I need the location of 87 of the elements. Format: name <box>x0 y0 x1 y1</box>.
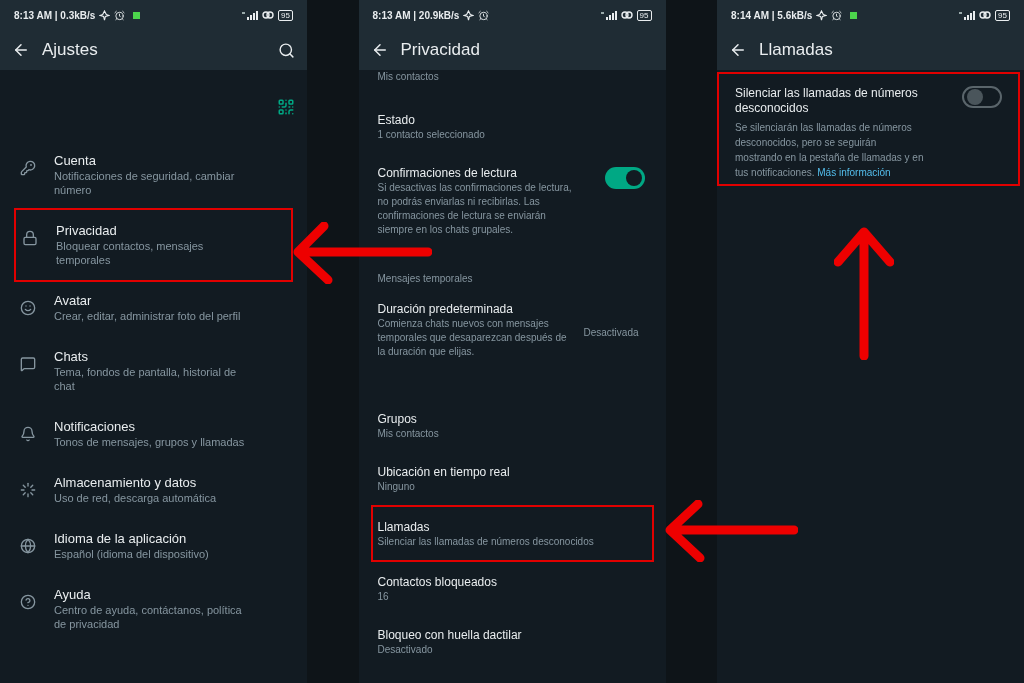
message-icon <box>20 356 36 372</box>
privacy-item[interactable]: Contactos bloqueados 16 <box>358 562 666 615</box>
alarm-icon <box>831 9 843 21</box>
item-subtitle: Si desactivas las confirmaciones de lectura, no podrás enviarlas ni recibirlas. Las confirmaciones de lectura se enviarán siempre en los chats grupales. <box>377 181 573 237</box>
item-subtitle: Centro de ayuda, contáctanos, política de privacidad <box>54 603 243 631</box>
item-subtitle: Comienza chats nuevos con mensajes temporales que desaparezcan después de la duración que elijas. <box>377 317 568 359</box>
search-icon[interactable] <box>278 41 295 59</box>
status-time: 8:14 AM | 5.6kB/s <box>731 8 813 23</box>
more-info-link[interactable]: Más información <box>817 167 891 178</box>
battery-indicator: 95 <box>636 9 652 21</box>
settings-item[interactable]: Cuenta Notificaciones de seguridad, cambiar número <box>14 140 293 210</box>
item-title: Estado <box>377 112 416 128</box>
item-subtitle: Bloquear contactos, mensajes temporales <box>56 239 205 267</box>
item-title: Avatar <box>54 292 93 309</box>
item-subtitle: Mis contactos <box>377 70 440 84</box>
item-title: Confirmaciones de lectura <box>377 165 518 181</box>
item-title: Contactos bloqueados <box>377 574 498 590</box>
settings-item[interactable]: Notificaciones Tonos de mensajes, grupos y llamadas <box>14 406 293 462</box>
alarm-icon <box>114 9 126 21</box>
status-time: 8:13 AM | 20.9kB/s <box>372 8 460 23</box>
toggle-switch[interactable] <box>962 86 1002 108</box>
privacy-item[interactable]: Ubicación en tiempo real Ninguno <box>358 452 666 505</box>
item-title: Cuenta <box>54 152 97 169</box>
item-title: Duración predeterminada <box>377 301 514 317</box>
item-description: Se silenciarán las llamadas de números desconocidos, pero se seguirán mostrando en la pestaña de llamadas y en tus notificaciones. Más información <box>735 121 925 180</box>
settings-item[interactable]: Avatar Crear, editar, administrar foto del perfil <box>14 280 293 336</box>
help-icon <box>20 594 36 610</box>
settings-item[interactable]: Almacenamiento y datos Uso de red, descarga automática <box>14 462 293 518</box>
item-title: Silenciar las llamadas de números desconocidos <box>735 86 919 116</box>
item-subtitle: Tonos de mensajes, grupos y llamadas <box>54 435 246 449</box>
battery-indicator: 95 <box>278 9 293 21</box>
lock-icon <box>22 230 38 246</box>
calls-item[interactable]: Silenciar las llamadas de números desconocidos Se silenciarán las llamadas de números desconocidos, pero se seguirán mostrando en la pestaña de llamadas y en tus notificaciones. Más información <box>717 72 1020 186</box>
globe-icon <box>20 538 36 554</box>
toggle-switch[interactable] <box>604 167 645 189</box>
signal-icon <box>242 10 259 20</box>
item-subtitle: 1 contacto seleccionado <box>377 128 486 142</box>
item-value: Desactivada <box>583 326 639 340</box>
item-title: Llamadas <box>377 519 431 535</box>
item-subtitle: Desactivado <box>377 643 434 657</box>
item-title: Idioma de la aplicación <box>54 530 188 547</box>
item-subtitle: Silenciar las llamadas de números desconocidos <box>377 535 595 549</box>
item-title: Grupos <box>377 411 418 427</box>
bell-icon <box>20 426 36 442</box>
item-subtitle: Tema, fondos de pantalla, historial de chat <box>54 365 238 393</box>
item-title: Notificaciones <box>54 418 136 435</box>
item-title: Privacidad <box>56 222 118 239</box>
privacy-item[interactable]: Llamadas Silenciar las llamadas de números desconocidos <box>370 505 654 562</box>
item-title: Almacenamiento y datos <box>54 474 198 491</box>
battery-indicator: 95 <box>995 9 1010 21</box>
signal-icon <box>959 10 976 20</box>
item-subtitle: 16 <box>377 590 390 604</box>
link-icon <box>979 10 992 20</box>
section-label: Mensajes temporales <box>377 273 473 284</box>
item-title: Ubicación en tiempo real <box>377 464 511 480</box>
screen-title: Llamadas <box>759 39 833 62</box>
item-subtitle: Notificaciones de seguridad, cambiar número <box>54 169 236 197</box>
item-subtitle: Crear, editar, administrar foto del perfil <box>54 309 242 323</box>
settings-item[interactable]: Idioma de la aplicación Español (idioma del dispositivo) <box>14 518 293 574</box>
item-subtitle: Uso de red, descarga automática <box>54 491 218 505</box>
back-button[interactable] <box>12 41 30 59</box>
screen-title: Ajustes <box>42 39 98 62</box>
qr-code-icon[interactable] <box>277 98 295 116</box>
privacy-item[interactable]: Duración predeterminada Comienza chats nuevos con mensajes temporales que desaparezcan después de la duración que elijas. Desactivada <box>358 293 666 399</box>
link-icon <box>620 10 633 20</box>
face-icon <box>20 300 36 316</box>
item-subtitle: Mis contactos <box>377 427 440 441</box>
settings-item[interactable]: Privacidad Bloquear contactos, mensajes temporales <box>14 208 293 282</box>
item-subtitle: Español (idioma del dispositivo) <box>54 547 210 561</box>
back-button[interactable] <box>729 41 747 59</box>
item-title: Bloqueo con huella dactilar <box>377 627 523 643</box>
privacy-item[interactable]: Estado 1 contacto seleccionado <box>358 100 666 153</box>
settings-item[interactable]: Chats Tema, fondos de pantalla, historial de chat <box>14 336 293 406</box>
privacy-item[interactable]: Mis contactos <box>358 70 666 100</box>
item-title: Ayuda <box>54 586 92 603</box>
privacy-item[interactable]: Confirmaciones de lectura Si desactivas las confirmaciones de lectura, no podrás enviarlas ni recibirlas. Las confirmaciones de lectura se enviarán siempre en los chats grupales. <box>358 153 666 247</box>
link-icon <box>262 10 275 20</box>
screen-title: Privacidad <box>400 39 480 62</box>
alarm-icon <box>478 9 490 21</box>
key-icon <box>20 160 36 176</box>
signal-icon <box>600 10 617 20</box>
item-subtitle: Ninguno <box>377 480 416 494</box>
settings-item[interactable]: Ayuda Centro de ayuda, contáctanos, política de privacidad <box>14 574 293 644</box>
item-title: Chats <box>54 348 89 365</box>
privacy-item[interactable]: Grupos Mis contactos <box>358 399 666 452</box>
status-time: 8:13 AM | 0.3kB/s <box>14 8 96 23</box>
privacy-item[interactable]: Bloqueo con huella dactilar Desactivado <box>358 615 666 668</box>
